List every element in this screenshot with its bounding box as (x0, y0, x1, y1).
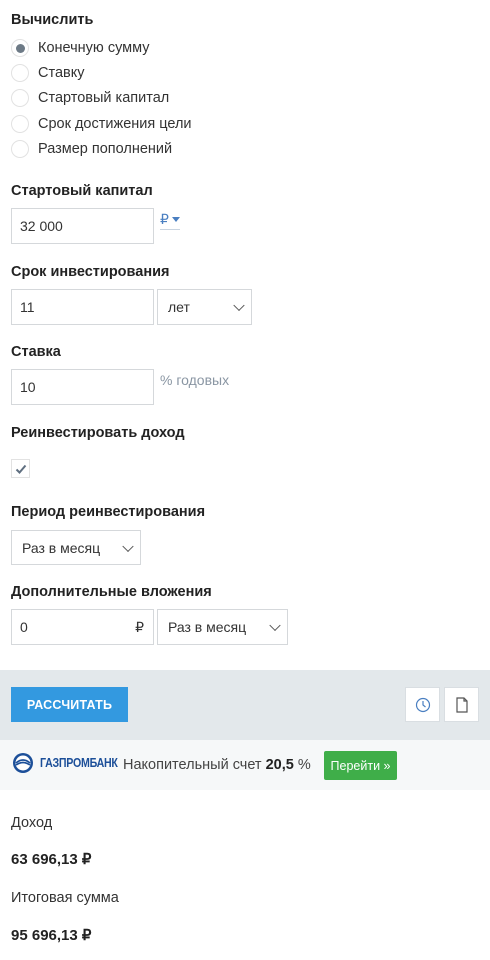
start-capital-title: Стартовый капитал (11, 183, 153, 199)
radio-button[interactable] (11, 39, 29, 57)
total-value: 95 696,13 ₽ (11, 927, 92, 944)
calculate-option-label: Ставку (38, 65, 85, 81)
income-value: 63 696,13 ₽ (11, 851, 92, 868)
chevron-down-icon (269, 619, 281, 632)
ad-banner[interactable]: ГАЗПРОМБАНК Накопительный счет 20,5 % Пе… (0, 740, 490, 790)
calculate-option[interactable]: Стартовый капитал (11, 89, 169, 107)
reinvest-period-select[interactable]: Раз в месяц (11, 530, 141, 565)
calculate-option[interactable]: Размер пополнений (11, 140, 172, 158)
income-label: Доход (11, 815, 53, 831)
gazprombank-logo-icon (13, 753, 33, 773)
chevron-down-icon (233, 299, 245, 312)
caret-down-icon (171, 217, 180, 222)
radio-button[interactable] (11, 64, 29, 82)
bank-name: ГАЗПРОМБАНК (40, 756, 118, 770)
total-label: Итоговая сумма (11, 890, 119, 906)
additional-currency: ₽ (135, 618, 144, 635)
bank-logo: ГАЗПРОМБАНК (12, 752, 131, 774)
additional-value: 0 (20, 619, 28, 635)
term-input[interactable]: 11 (11, 289, 154, 325)
reinvest-period-title: Период реинвестирования (11, 504, 206, 520)
calculate-option-label: Срок достижения цели (38, 116, 192, 132)
history-button[interactable] (405, 687, 440, 722)
action-bar: РАССЧИТАТЬ (0, 670, 490, 740)
document-icon (455, 696, 468, 713)
start-capital-input[interactable]: 32 000 (11, 208, 154, 244)
reinvest-title: Реинвестировать доход (11, 425, 185, 441)
calculate-option-label: Стартовый капитал (38, 90, 170, 106)
checkmark-icon (15, 464, 26, 474)
document-button[interactable] (444, 687, 479, 722)
ad-text-suffix: % (297, 757, 311, 773)
calculate-option[interactable]: Срок достижения цели (11, 115, 192, 133)
radio-button[interactable] (11, 89, 29, 107)
calculate-title: Вычислить (11, 12, 94, 28)
calculate-option[interactable]: Конечную сумму (11, 39, 150, 57)
reinvest-checkbox[interactable] (11, 459, 30, 478)
calculate-button[interactable]: РАССЧИТАТЬ (11, 687, 128, 722)
rate-hint: % годовых (160, 372, 230, 388)
radio-button[interactable] (11, 140, 29, 158)
additional-period-value: Раз в месяц (168, 619, 247, 635)
additional-input[interactable]: 0 ₽ (11, 609, 154, 645)
reinvest-period-value: Раз в месяц (22, 539, 101, 556)
term-unit-value: лет (168, 299, 190, 315)
additional-period-select[interactable]: Раз в месяц (157, 609, 288, 645)
ad-go-button[interactable]: Перейти » (324, 751, 397, 780)
term-title: Срок инвестирования (11, 264, 170, 280)
term-unit-select[interactable]: лет (157, 289, 252, 325)
ad-text-prefix: Накопительный счет (123, 757, 262, 773)
ad-text: Накопительный счет 20,5 % (123, 757, 311, 773)
chevron-down-icon (122, 540, 134, 552)
currency-dropdown[interactable]: ₽ (160, 211, 180, 230)
calculate-option-label: Конечную сумму (38, 40, 150, 56)
calculate-option[interactable]: Ставку (11, 64, 84, 82)
ad-rate: 20,5 (265, 757, 294, 773)
additional-title: Дополнительные вложения (11, 584, 212, 600)
rate-input[interactable]: 10 (11, 369, 154, 405)
calculate-option-label: Размер пополнений (38, 141, 173, 157)
currency-label: ₽ (160, 211, 169, 227)
radio-button[interactable] (11, 115, 29, 133)
clock-icon (415, 697, 430, 712)
rate-title: Ставка (11, 344, 61, 360)
